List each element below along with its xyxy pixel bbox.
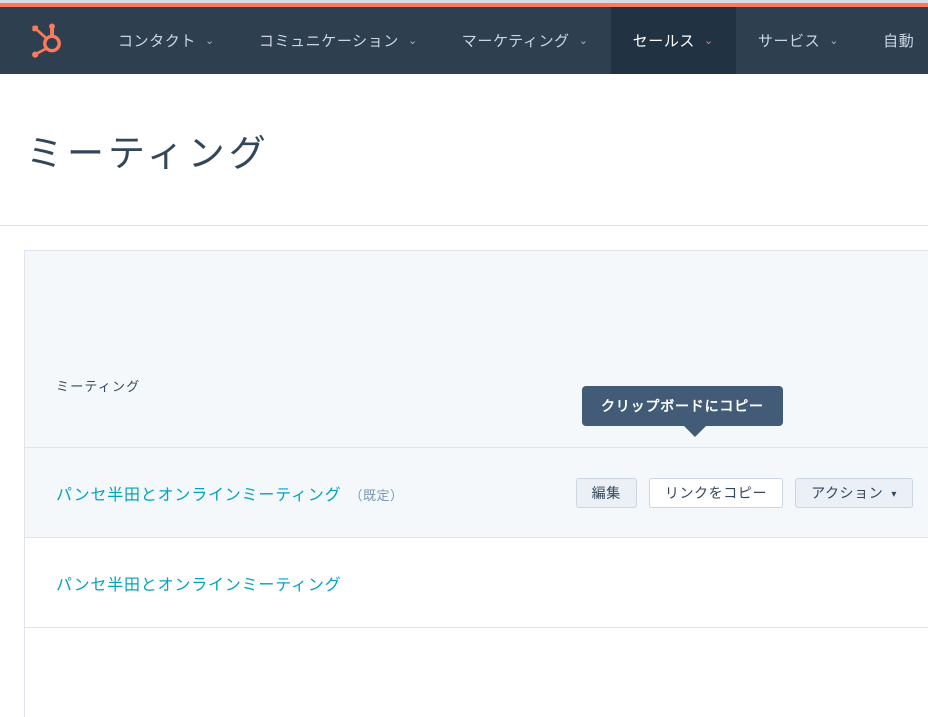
caret-down-icon: ▾ bbox=[891, 488, 897, 500]
nav-item-marketing[interactable]: マーケティング ⌄ bbox=[440, 7, 611, 74]
nav-item-conversations[interactable]: コミュニケーション ⌄ bbox=[237, 7, 440, 74]
card-header-label: ミーティング bbox=[56, 379, 141, 394]
actions-dropdown-button[interactable]: アクション ▾ bbox=[795, 477, 913, 508]
hubspot-sprocket-icon bbox=[31, 23, 65, 59]
copy-link-button[interactable]: リンクをコピー bbox=[648, 477, 784, 508]
actions-label: アクション bbox=[811, 484, 884, 501]
edit-button[interactable]: 編集 bbox=[575, 477, 637, 508]
meeting-link[interactable]: パンセ半田とオンラインミーティング bbox=[56, 481, 341, 505]
row-title-group: パンセ半田とオンラインミーティング （既定） bbox=[56, 481, 576, 505]
chevron-down-icon: ⌄ bbox=[829, 35, 840, 47]
meetings-card: ミーティング パンセ半田とオンラインミーティング （既定） 編集 リンクをコピー… bbox=[24, 250, 928, 717]
chevron-down-icon: ⌄ bbox=[407, 35, 418, 47]
nav-item-label: マーケティング bbox=[461, 33, 570, 50]
nav-item-label: サービス bbox=[757, 33, 821, 50]
row-title-group: パンセ半田とオンラインミーティング bbox=[56, 571, 913, 595]
nav-item-label: コミュニケーション bbox=[258, 33, 399, 50]
chevron-down-icon: ⌄ bbox=[578, 35, 589, 47]
page-title: ミーティング bbox=[26, 132, 270, 174]
nav-item-label: 自動 bbox=[883, 33, 915, 50]
chevron-down-icon: ⌄ bbox=[205, 35, 215, 47]
table-row[interactable]: パンセ半田とオンラインミーティング bbox=[25, 537, 928, 627]
nav-items: コンタクト ⌄ コミュニケーション ⌄ マーケティング ⌄ セールス ⌄ サービ… bbox=[96, 7, 928, 74]
nav-item-label: コンタクト bbox=[118, 33, 197, 50]
nav-item-service[interactable]: サービス ⌄ bbox=[736, 7, 861, 74]
main-content: ミーティング パンセ半田とオンラインミーティング （既定） 編集 リンクをコピー… bbox=[0, 226, 928, 717]
card-header: ミーティング bbox=[25, 251, 928, 447]
copy-to-clipboard-tooltip: クリップボードにコピー bbox=[582, 386, 783, 437]
row-actions: 編集 リンクをコピー アクション ▾ bbox=[575, 477, 913, 508]
nav-item-sales[interactable]: セールス ⌄ bbox=[610, 7, 736, 74]
nav-item-automation[interactable]: 自動 bbox=[861, 7, 928, 74]
nav-item-label: セールス bbox=[632, 33, 696, 50]
table-row[interactable]: パンセ半田とオンラインミーティング （既定） 編集 リンクをコピー アクション ▾… bbox=[25, 386, 928, 537]
global-navigation: コンタクト ⌄ コミュニケーション ⌄ マーケティング ⌄ セールス ⌄ サービ… bbox=[0, 7, 928, 74]
hubspot-logo[interactable] bbox=[0, 7, 96, 74]
page-header: ミーティング bbox=[0, 74, 928, 226]
chevron-down-icon: ⌄ bbox=[704, 35, 714, 47]
table-row[interactable] bbox=[25, 627, 928, 717]
default-badge: （既定） bbox=[349, 487, 404, 503]
meeting-link[interactable]: パンセ半田とオンラインミーティング bbox=[56, 571, 341, 595]
nav-item-contacts[interactable]: コンタクト ⌄ bbox=[96, 7, 237, 74]
